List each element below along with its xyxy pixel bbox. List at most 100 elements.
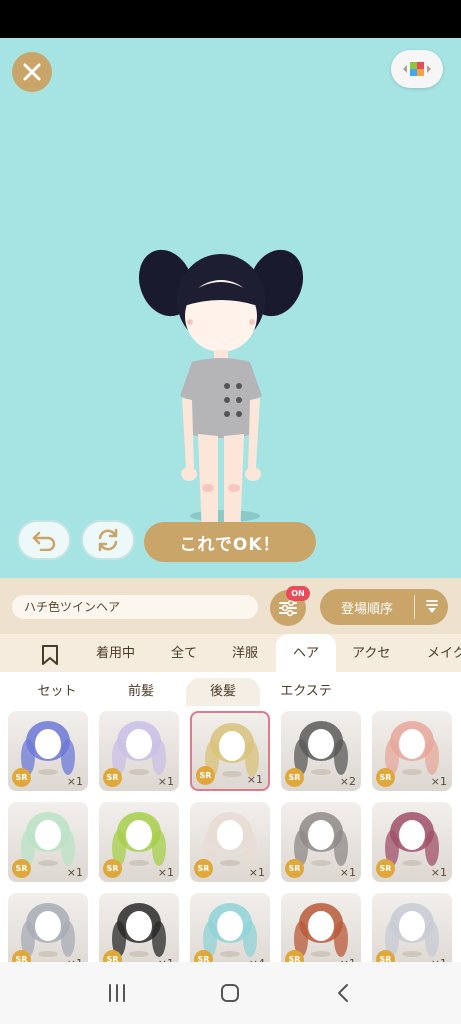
sliders-icon — [279, 599, 297, 617]
item-name-bar: ハチ色ツインヘア ON 登場順序 — [0, 578, 461, 634]
sort-label: 登場順序 — [340, 601, 393, 617]
mannequin-stand — [402, 951, 422, 957]
recent-apps-icon[interactable] — [106, 982, 128, 1004]
back-icon[interactable] — [333, 982, 355, 1004]
mannequin-head — [399, 820, 425, 850]
mannequin-stand — [311, 769, 331, 775]
rarity-badge: SR — [376, 950, 395, 962]
item-count: ×1 — [248, 866, 265, 879]
avatar-figure — [138, 249, 304, 528]
mannequin-head — [35, 729, 61, 759]
tab-hair[interactable]: ヘア — [276, 634, 336, 672]
tab-accessories[interactable]: アクセ — [352, 634, 390, 672]
mannequin-head — [308, 820, 334, 850]
undo-icon — [32, 531, 56, 551]
tab-makeup[interactable]: メイク — [427, 634, 461, 672]
item-tile[interactable]: SR×1 — [8, 802, 88, 882]
color-grid-icon — [403, 62, 431, 76]
mannequin-stand — [220, 951, 240, 957]
close-icon — [23, 63, 41, 81]
mannequin-head — [217, 911, 243, 941]
item-count: ×1 — [157, 775, 174, 788]
item-name: ハチ色ツインヘア — [12, 595, 258, 619]
mannequin-stand — [129, 769, 149, 775]
item-count: ×1 — [430, 866, 447, 879]
tab-all[interactable]: 全て — [171, 634, 197, 672]
mannequin-stand — [220, 860, 240, 866]
mannequin-head — [35, 820, 61, 850]
category-tabs: 着用中 全て 洋服 ヘア アクセ メイク — [0, 634, 461, 672]
sort-button[interactable]: 登場順序 — [320, 589, 448, 625]
mannequin-stand — [311, 860, 331, 866]
mannequin-head — [399, 729, 425, 759]
mannequin-head — [399, 911, 425, 941]
subtab-extensions[interactable]: エクステ — [266, 678, 346, 706]
item-count: ×1 — [157, 866, 174, 879]
mannequin-head — [308, 729, 334, 759]
item-tile[interactable]: SR×1 — [99, 893, 179, 962]
item-tile[interactable]: SR ×1 — [190, 711, 270, 791]
home-icon[interactable] — [219, 982, 241, 1004]
item-tile[interactable]: SR ×1 — [99, 802, 179, 882]
mannequin-head — [126, 911, 152, 941]
tab-wearing[interactable]: 着用中 — [96, 634, 135, 672]
item-tile[interactable]: SR×1 — [281, 893, 361, 962]
rarity-badge: SR — [285, 768, 304, 787]
rarity-badge: SR — [103, 950, 122, 962]
undo-button[interactable] — [17, 520, 71, 560]
mannequin-stand — [129, 951, 149, 957]
mannequin-head — [308, 911, 334, 941]
tab-clothes[interactable]: 洋服 — [232, 634, 258, 672]
rarity-badge: SR — [12, 950, 31, 962]
rarity-badge: SR — [376, 768, 395, 787]
item-tile[interactable]: SR ×1 — [372, 802, 452, 882]
mannequin-head — [217, 820, 243, 850]
item-count: ×1 — [339, 866, 356, 879]
rarity-badge: SR — [196, 766, 215, 785]
system-nav-bar — [0, 962, 461, 1024]
filter-on-badge: ON — [286, 586, 310, 601]
subtab-back-hair[interactable]: 後髪 — [186, 678, 260, 706]
item-tile[interactable]: SR×1 — [99, 711, 179, 791]
rotate-icon — [98, 528, 118, 552]
mannequin-head — [126, 729, 152, 759]
mannequin-stand — [402, 860, 422, 866]
rarity-badge: SR — [194, 950, 213, 962]
item-count: ×1 — [430, 775, 447, 788]
status-bar — [0, 0, 461, 38]
mannequin-stand — [311, 951, 331, 957]
item-tile[interactable]: SR×1 — [372, 893, 452, 962]
subtab-front-hair[interactable]: 前髪 — [104, 678, 178, 706]
mannequin-head — [219, 731, 245, 761]
item-count: ×1 — [66, 775, 83, 788]
item-count: ×1 — [246, 773, 263, 786]
mannequin-stand — [129, 860, 149, 866]
item-count: ×2 — [339, 775, 356, 788]
item-tile[interactable]: SR×1 — [190, 802, 270, 882]
bookmark-tab[interactable] — [40, 643, 60, 665]
rotate-button[interactable] — [81, 520, 135, 560]
item-tile[interactable]: SR ×2 — [281, 711, 361, 791]
close-button[interactable] — [12, 52, 52, 92]
mannequin-stand — [222, 771, 242, 777]
mannequin-head — [126, 820, 152, 850]
item-tile[interactable]: SR ×1 — [8, 711, 88, 791]
rarity-badge: SR — [376, 859, 395, 878]
sort-order-icon — [425, 600, 438, 613]
item-tile[interactable]: SR×4 — [190, 893, 270, 962]
item-tile[interactable]: SR×1 — [281, 802, 361, 882]
confirm-button[interactable]: これでOK！ — [144, 522, 316, 562]
bookmark-icon — [42, 645, 58, 665]
item-tile[interactable]: SR ×1 — [372, 711, 452, 791]
layout-toggle-button[interactable] — [391, 50, 443, 88]
mannequin-stand — [38, 769, 58, 775]
subtab-set[interactable]: セット — [20, 678, 94, 706]
mannequin-head — [35, 911, 61, 941]
item-grid: SR ×1 SR ×1 SR ×1 SR ×2 SR ×1 SR ×1 SR ×1 SR ×1 SR ×1 SR ×1… — [0, 708, 461, 962]
item-tile[interactable]: SR×1 — [8, 893, 88, 962]
mannequin-stand — [402, 769, 422, 775]
avatar-stage: これでOK！ — [0, 38, 461, 578]
sort-order-toggle[interactable] — [415, 599, 448, 615]
rarity-badge: SR — [12, 768, 31, 787]
rarity-badge: SR — [103, 859, 122, 878]
